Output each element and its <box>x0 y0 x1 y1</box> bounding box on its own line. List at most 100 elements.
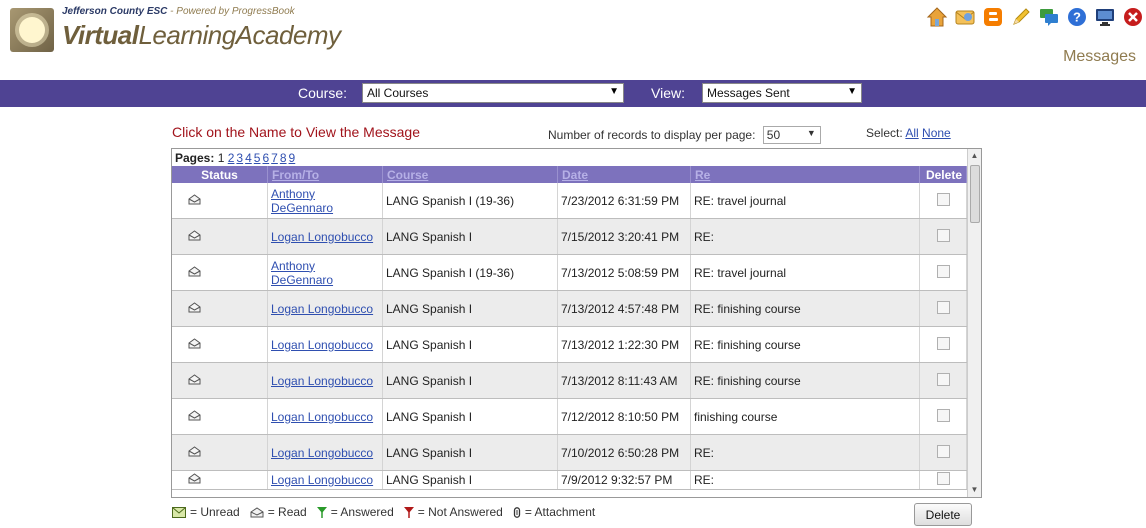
delete-checkbox[interactable] <box>936 300 950 314</box>
read-envelope-icon <box>250 506 264 517</box>
from-to-cell: Anthony DeGennaro <box>267 183 383 219</box>
date-cell: 7/23/2012 6:31:59 PM <box>557 183 691 219</box>
delete-cell <box>919 218 967 255</box>
read-envelope-icon <box>188 265 201 276</box>
delete-checkbox[interactable] <box>936 228 950 242</box>
status-cell <box>172 470 268 490</box>
date-cell: 7/15/2012 3:20:41 PM <box>557 218 691 255</box>
from-to-link[interactable]: Logan Longobucco <box>271 374 373 388</box>
paperclip-icon <box>513 506 520 518</box>
course-cell: LANG Spanish I <box>382 362 558 399</box>
records-per-page: Number of records to display per page: 5… <box>548 126 821 144</box>
page-link[interactable]: 7 <box>271 151 278 165</box>
records-select-value: 50 <box>766 128 781 142</box>
re-column-header[interactable]: Re <box>690 166 920 183</box>
delete-checkbox[interactable] <box>936 472 950 485</box>
page-link[interactable]: 2 <box>228 151 235 165</box>
home-icon[interactable] <box>926 6 948 28</box>
table-row: Logan Longobucco LANG Spanish I 7/12/2012 … <box>172 398 967 435</box>
legend-answered-label: = Answered <box>330 505 394 519</box>
course-column-header[interactable]: Course <box>382 166 558 183</box>
page-link[interactable]: 3 <box>236 151 243 165</box>
mail-icon[interactable] <box>954 6 976 28</box>
help-icon[interactable]: ? <box>1066 6 1088 28</box>
answered-flag-icon <box>316 506 327 518</box>
legend-answered: = Answered <box>316 505 394 519</box>
filter-bar: Course: All Courses ▼ View: Messages Sen… <box>0 80 1146 107</box>
re-cell: RE: <box>690 470 920 490</box>
read-envelope-icon <box>188 445 201 456</box>
scroll-down-arrow-icon[interactable]: ▼ <box>968 483 981 497</box>
delete-checkbox[interactable] <box>936 264 950 278</box>
close-icon[interactable] <box>1122 6 1144 28</box>
from-to-link[interactable]: Logan Longobucco <box>271 338 373 352</box>
course-label: Course: <box>298 85 348 101</box>
re-cell: RE: travel journal <box>690 254 920 291</box>
brand-title: VirtualLearningAcademy <box>62 20 341 51</box>
scroll-up-arrow-icon[interactable]: ▲ <box>968 149 981 163</box>
page-link[interactable]: 9 <box>289 151 296 165</box>
page-link[interactable]: 6 <box>262 151 269 165</box>
delete-checkbox[interactable] <box>936 408 950 422</box>
delete-checkbox[interactable] <box>936 336 950 350</box>
delete-checkbox[interactable] <box>936 444 950 458</box>
re-cell: RE: <box>690 218 920 255</box>
from-to-link[interactable]: Logan Longobucco <box>271 410 373 424</box>
status-cell <box>172 362 268 399</box>
select-none-link[interactable]: None <box>922 126 951 140</box>
blogger-icon[interactable] <box>982 6 1004 28</box>
delete-checkbox[interactable] <box>936 192 950 206</box>
date-cell: 7/13/2012 4:57:48 PM <box>557 290 691 327</box>
read-envelope-icon <box>188 337 201 348</box>
messages-table: Status From/To Course Date Re Delete Ant… <box>172 166 967 490</box>
from-to-link[interactable]: Logan Longobucco <box>271 302 373 316</box>
from-to-link[interactable]: Logan Longobucco <box>271 473 373 487</box>
delete-cell <box>919 470 967 490</box>
view-select[interactable]: Messages Sent ▼ <box>702 83 862 103</box>
status-cell <box>172 398 268 435</box>
legend-not-answered-label: = Not Answered <box>417 505 503 519</box>
delete-cell <box>919 254 967 291</box>
delete-cell <box>919 362 967 399</box>
course-cell: LANG Spanish I <box>382 434 558 471</box>
academy-logo <box>10 8 54 52</box>
table-row: Logan Longobucco LANG Spanish I 7/15/2012 … <box>172 218 967 255</box>
re-cell: RE: <box>690 434 920 471</box>
unread-envelope-icon <box>172 506 186 518</box>
scroll-thumb[interactable] <box>970 165 980 223</box>
table-row: Anthony DeGennaro LANG Spanish I (19-36) 7… <box>172 254 967 291</box>
read-envelope-icon <box>188 473 201 484</box>
date-cell: 7/13/2012 8:11:43 AM <box>557 362 691 399</box>
course-select[interactable]: All Courses ▼ <box>362 83 624 103</box>
course-select-value: All Courses <box>367 86 429 100</box>
page-link[interactable]: 8 <box>280 151 287 165</box>
from-to-link[interactable]: Logan Longobucco <box>271 230 373 244</box>
from-to-link[interactable]: Anthony DeGennaro <box>271 259 333 287</box>
chat-icon[interactable] <box>1038 6 1060 28</box>
view-select-value: Messages Sent <box>707 86 790 100</box>
legend-read: = Read <box>250 505 307 519</box>
chevron-down-icon: ▼ <box>806 128 816 138</box>
page-link[interactable]: 4 <box>245 151 252 165</box>
records-select[interactable]: 50 ▼ <box>762 126 821 144</box>
delete-button[interactable]: Delete <box>914 503 972 526</box>
date-column-header[interactable]: Date <box>557 166 691 183</box>
re-cell: RE: travel journal <box>690 183 920 219</box>
pagination: Pages: 1 23456789 <box>175 151 297 165</box>
delete-checkbox[interactable] <box>936 372 950 386</box>
top-toolbar: ? <box>926 6 1144 28</box>
page-link[interactable]: 5 <box>254 151 261 165</box>
from-to-link[interactable]: Logan Longobucco <box>271 446 373 460</box>
pencil-icon[interactable] <box>1010 6 1032 28</box>
from-to-column-header[interactable]: From/To <box>267 166 383 183</box>
select-all-link[interactable]: All <box>905 126 918 140</box>
re-cell: RE: finishing course <box>690 326 920 363</box>
monitor-icon[interactable] <box>1094 6 1116 28</box>
select-label: Select: <box>866 126 903 140</box>
course-cell: LANG Spanish I <box>382 218 558 255</box>
re-cell: RE: finishing course <box>690 290 920 327</box>
from-to-link[interactable]: Anthony DeGennaro <box>271 187 333 215</box>
table-row: Logan Longobucco LANG Spanish I 7/13/2012 … <box>172 362 967 399</box>
table-scrollbar[interactable]: ▲ ▼ <box>967 149 981 497</box>
status-legend: = Unread = Read = Answered = Not Answere… <box>172 505 601 519</box>
